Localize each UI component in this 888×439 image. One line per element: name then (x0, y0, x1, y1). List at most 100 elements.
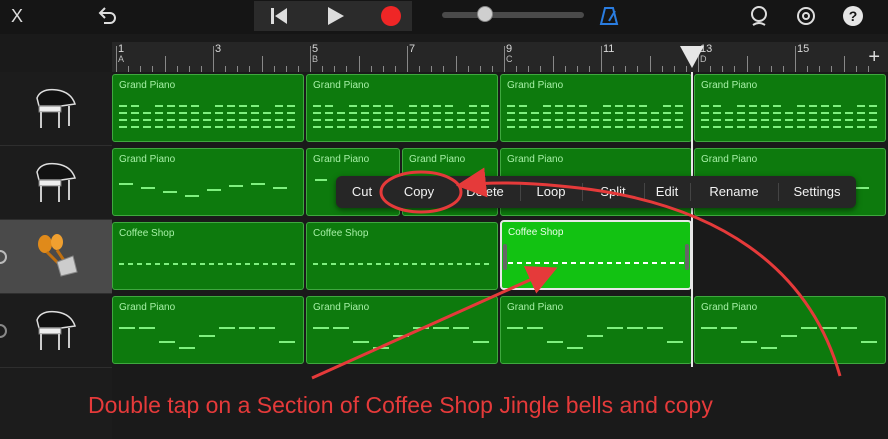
region-grand-piano[interactable]: Grand Piano (500, 74, 692, 142)
help-icon[interactable]: ? (842, 2, 864, 30)
midi-note (555, 126, 563, 128)
midi-note (119, 263, 124, 265)
midi-note (251, 112, 259, 114)
region-grand-piano[interactable]: Grand Piano (112, 296, 304, 364)
ruler-tick (649, 56, 651, 72)
midi-note (507, 119, 515, 121)
region-grand-piano[interactable]: Grand Piano (694, 74, 886, 142)
midi-note (227, 112, 235, 114)
midi-note (833, 119, 841, 121)
play-icon[interactable] (320, 2, 350, 30)
region-grand-piano[interactable]: Grand Piano (306, 74, 498, 142)
midi-note (591, 119, 599, 121)
midi-note (652, 262, 657, 264)
metronome-icon[interactable] (596, 2, 622, 30)
skip-back-icon[interactable] (264, 2, 294, 30)
midi-note (627, 327, 643, 329)
playhead-handle[interactable] (680, 46, 704, 68)
track-header-grand-piano-1[interactable] (0, 72, 112, 146)
midi-note (651, 112, 659, 114)
midi-note (393, 335, 409, 337)
midi-note (227, 119, 235, 121)
midi-note (313, 263, 318, 265)
ruler-tick (746, 56, 748, 72)
ruler-tick (261, 56, 263, 72)
region-coffee-shop[interactable]: Coffee Shop (112, 222, 304, 290)
midi-note (749, 126, 757, 128)
menu-item-cut[interactable]: Cut (336, 176, 388, 208)
menu-item-delete[interactable]: Delete (450, 176, 520, 208)
midi-note (163, 191, 177, 193)
midi-note (481, 112, 489, 114)
midi-note (290, 263, 295, 265)
track-header-grand-piano-2[interactable] (0, 146, 112, 220)
midi-note (433, 112, 441, 114)
midi-note (821, 126, 829, 128)
region-grand-piano[interactable]: Grand Piano (112, 148, 304, 216)
midi-note (236, 263, 241, 265)
menu-item-edit[interactable]: Edit (644, 176, 690, 208)
timeline-ruler[interactable]: + 1 A 3 5 B 7 9 C 11 13 D 15 (112, 42, 888, 72)
midi-note (349, 126, 357, 128)
midi-note (376, 263, 381, 265)
settings-icon[interactable] (793, 2, 819, 30)
midi-note (562, 262, 567, 264)
menu-item-loop[interactable]: Loop (520, 176, 582, 208)
track-lanes: Grand Piano Grand Piano Grand Piano Gran… (112, 72, 888, 367)
ruler-tick (407, 46, 408, 72)
region-coffee-shop[interactable]: Coffee Shop (306, 222, 498, 290)
garageband-tracks-view: X ? + 1 A 3 5 B 7 9 C 11 13 D 15 Grand P… (0, 0, 888, 439)
record-icon[interactable] (376, 2, 406, 30)
midi-note (167, 119, 175, 121)
midi-note (275, 126, 283, 128)
region-grand-piano[interactable]: Grand Piano (112, 74, 304, 142)
menu-item-copy[interactable]: Copy (388, 176, 450, 208)
midi-note (185, 195, 199, 197)
midi-note (251, 126, 259, 128)
track-header-grand-piano-3[interactable] (0, 294, 112, 368)
ruler-tick (164, 56, 166, 72)
region-trim-handle-right[interactable] (685, 244, 689, 270)
midi-note (869, 119, 877, 121)
region-grand-piano[interactable]: Grand Piano (306, 296, 498, 364)
region-grand-piano[interactable]: Grand Piano (694, 296, 886, 364)
midi-note (322, 263, 327, 265)
volume-slider-knob[interactable] (476, 6, 493, 22)
midi-note (801, 327, 817, 329)
region-grand-piano[interactable]: Grand Piano (500, 296, 692, 364)
midi-note (397, 112, 405, 114)
midi-note (749, 119, 757, 121)
region-trim-handle-left[interactable] (503, 244, 507, 270)
ruler-bar-number: 3 (215, 43, 222, 55)
undo-icon[interactable] (94, 2, 120, 30)
menu-item-settings[interactable]: Settings (778, 176, 856, 208)
midi-note (373, 119, 381, 121)
add-section-button[interactable]: + (868, 46, 880, 69)
midi-note (273, 187, 287, 189)
midi-note (469, 119, 477, 121)
ruler-bar-number: 7 (409, 43, 416, 55)
midi-note (625, 262, 630, 264)
midi-note (869, 105, 877, 107)
menu-item-rename[interactable]: Rename (690, 176, 778, 208)
midi-note (675, 119, 683, 121)
midi-note (615, 105, 623, 107)
loop-browser-icon[interactable] (746, 2, 772, 30)
menu-item-split[interactable]: Split (582, 176, 644, 208)
master-volume-slider[interactable] (442, 6, 584, 22)
midi-note (457, 112, 465, 114)
midi-note (349, 263, 354, 265)
midi-note (773, 105, 781, 107)
percussion-icon (38, 233, 78, 277)
region-coffee-shop-selected[interactable]: Coffee Shop (500, 220, 692, 290)
midi-note (397, 126, 405, 128)
grand-piano-icon (36, 310, 76, 350)
track-header-coffee-shop[interactable] (0, 220, 112, 294)
midi-note (507, 112, 515, 114)
tutorial-caption: Double tap on a Section of Coffee Shop J… (88, 392, 713, 418)
close-icon[interactable]: X (4, 2, 30, 30)
midi-note (737, 119, 745, 121)
midi-note (325, 105, 333, 107)
midi-note (119, 105, 127, 107)
midi-note (484, 263, 489, 265)
